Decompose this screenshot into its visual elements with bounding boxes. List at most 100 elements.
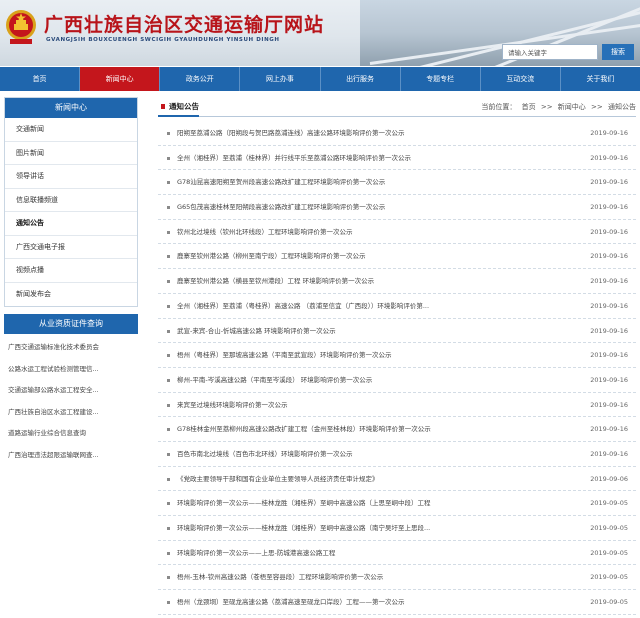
- notice-title-link[interactable]: G65包茂高速桂林至阳朔段高速公路改扩建工程环境影响评价第一次公示: [177, 195, 577, 220]
- search-input[interactable]: [502, 44, 598, 60]
- notice-date: 2019-09-16: [590, 400, 628, 409]
- breadcrumb-prefix: 当前位置：: [481, 103, 517, 111]
- nav-item-news-center[interactable]: 新闻中心: [80, 67, 161, 91]
- notice-row[interactable]: 环境影响评价第一次公示——桂林龙胜（湘桂界）至峒中高速公路（南宁吴圩至上思段..…: [158, 516, 636, 541]
- breadcrumb-news-center[interactable]: 新闻中心: [558, 103, 586, 111]
- qualification-link[interactable]: 广西交通运输标准化技术委员会: [4, 337, 138, 359]
- notice-title-link[interactable]: 来宾至过境线环境影响评价第一次公示: [177, 393, 577, 418]
- nav-item-home[interactable]: 首页: [0, 67, 81, 91]
- notice-title-link[interactable]: 全州（湘桂界）至荔浦（桂林界）并行线平乐至荔浦公路环境影响评价第一次公示: [177, 146, 577, 171]
- notice-title-link[interactable]: 阳朔至荔浦公路（阳朔段与贺巴路荔浦连线）高速公路环境影响评价第一次公示: [177, 121, 577, 146]
- sidebar-item-leader-speeches[interactable]: 领导讲话: [5, 165, 137, 189]
- sidebar-item-video[interactable]: 视频点播: [5, 259, 137, 283]
- notice-title-link[interactable]: G78汕昆高速阳朔至贺州段高速公路改扩建工程环境影响评价第一次公示: [177, 170, 577, 195]
- notice-date: 2019-09-05: [590, 548, 628, 557]
- breadcrumb-notices[interactable]: 通知公告: [608, 103, 636, 111]
- notice-title-link[interactable]: 《党政主要领导干部和国有企业单位主要领导人员经济责任审计规定》: [177, 467, 577, 492]
- notice-date: 2019-09-16: [590, 178, 628, 187]
- notice-title-link[interactable]: 环境影响评价第一次公示——桂林龙胜（湘桂界）至峒中高速公路（南宁吴圩至上思段..…: [177, 516, 577, 541]
- nav-item-interaction[interactable]: 互动交流: [481, 67, 561, 91]
- nav-item-government-affairs[interactable]: 政务公开: [160, 67, 241, 91]
- notice-title-link[interactable]: 鹿寨至钦州港公路（横县至钦州港段）工程 环境影响评价第一次公示: [177, 269, 577, 294]
- main-content: 通知公告 当前位置： 首页 >> 新闻中心 >> 通知公告 阳朔至荔浦公路（阳朔…: [158, 97, 636, 615]
- site-title: 广西壮族自治区交通运输厅网站: [44, 14, 325, 36]
- sidebar-item-press-conference[interactable]: 新闻发布会: [5, 282, 137, 306]
- notice-date: 2019-09-16: [590, 129, 628, 137]
- nav-item-online-services[interactable]: 网上办事: [240, 67, 321, 91]
- notice-title-link[interactable]: 鹿寨至钦州港公路（柳州至南宁段）工程环境影响评价第一次公示: [177, 244, 577, 269]
- national-emblem-icon: [6, 10, 36, 44]
- notice-row[interactable]: 鹿寨至钦州港公路（柳州至南宁段）工程环境影响评价第一次公示 2019-09-16: [158, 244, 636, 270]
- sidebar-item-e-newspaper[interactable]: 广西交通电子报: [5, 235, 137, 259]
- sidebar-item-transport-news[interactable]: 交通新闻: [5, 118, 137, 142]
- notice-row[interactable]: 梧州（龙颈垌）至砚龙高速公路（荔浦高速至砚龙口岸段）工程——第一次公示 2019-…: [158, 590, 636, 615]
- breadcrumb-separator: >>: [591, 103, 603, 111]
- qualification-link[interactable]: 道路运输行业综合信息查询: [4, 423, 138, 445]
- notice-date: 2019-09-16: [590, 351, 628, 360]
- notice-date: 2019-09-05: [590, 598, 628, 607]
- nav-item-special-topics[interactable]: 专题专栏: [401, 67, 481, 91]
- notice-date: 2019-09-16: [590, 252, 628, 261]
- qualification-link[interactable]: 交通运输部公路水运工程安全...: [4, 380, 138, 402]
- sidebar-item-notices[interactable]: 通知公告: [5, 212, 137, 236]
- notice-row[interactable]: 钦州北过境线（钦州北环线段）工程环境影响评价第一次公示 2019-09-16: [158, 220, 636, 245]
- qualification-link[interactable]: 公路水运工程试验检测管理信...: [4, 359, 138, 381]
- notice-title-link[interactable]: 梧州（粤桂界）至那坡高速公路（平南至武宣段）环境影响评价第一次公示: [177, 343, 577, 368]
- qualification-link[interactable]: 广西壮族自治区水运工程建设...: [4, 402, 138, 424]
- news-center-menu: 新闻中心 交通新闻 图片新闻 领导讲话 信息联播频道 通知公告 广西交通电子报 …: [4, 97, 138, 307]
- notice-list: 阳朔至荔浦公路（阳朔段与贺巴路荔浦连线）高速公路环境影响评价第一次公示 2019-…: [158, 121, 636, 615]
- notice-row[interactable]: 百色市南北过境线（百色市北环线）环境影响评价第一次公示 2019-09-16: [158, 442, 636, 467]
- notice-row[interactable]: 梧州-玉林-钦州高速公路（苍梧至容县段）工程环境影响评价第一次公示 2019-09…: [158, 565, 636, 591]
- notice-row[interactable]: 环境影响评价第一次公示——桂林龙胜（湘桂界）至峒中高速公路（上思至峒中段）工程 2…: [158, 491, 636, 516]
- notice-date: 2019-09-05: [590, 499, 628, 508]
- sidebar-item-info-channel[interactable]: 信息联播频道: [5, 188, 137, 212]
- notice-row[interactable]: 环境影响评价第一次公示——上思-防城港高速公路工程 2019-09-05: [158, 541, 636, 566]
- qualification-link-list: 广西交通运输标准化技术委员会 公路水运工程试验检测管理信... 交通运输部公路水…: [4, 334, 138, 466]
- notice-row[interactable]: 《党政主要领导干部和国有企业单位主要领导人员经济责任审计规定》 2019-09-0…: [158, 467, 636, 492]
- notice-title-link[interactable]: 全州（湘桂界）至荔浦（粤桂界）高速公路 （荔浦至信宜（广西段））环境影响评价第.…: [177, 294, 577, 319]
- notice-title-link[interactable]: 柳州-平南-岑溪高速公路（平南至岑溪段） 环境影响评价第一次公示: [177, 368, 577, 393]
- notice-title-link[interactable]: 武宣-来宾-合山-忻城高速公路 环境影响评价第一次公示: [177, 319, 577, 344]
- notice-title-link[interactable]: 梧州（龙颈垌）至砚龙高速公路（荔浦高速至砚龙口岸段）工程——第一次公示: [177, 590, 577, 615]
- site-subtitle: GVANGJSIH BOUXCUENGH SWCIGIH GYAUHDUNGH …: [46, 37, 280, 43]
- notice-date: 2019-09-16: [590, 425, 628, 434]
- notice-row[interactable]: 来宾至过境线环境影响评价第一次公示 2019-09-16: [158, 393, 636, 418]
- qualification-link[interactable]: 广西治理违法超限运输联网查...: [4, 445, 138, 467]
- notice-row[interactable]: 柳州-平南-岑溪高速公路（平南至岑溪段） 环境影响评价第一次公示 2019-09-…: [158, 368, 636, 393]
- nav-item-travel-services[interactable]: 出行服务: [321, 67, 401, 91]
- notice-date: 2019-09-16: [590, 326, 628, 335]
- qualification-query-title: 从业资质证件查询: [4, 314, 138, 334]
- notice-date: 2019-09-05: [590, 573, 628, 582]
- notice-date: 2019-09-16: [590, 375, 628, 384]
- notice-date: 2019-09-05: [590, 524, 628, 532]
- notice-title-link[interactable]: 钦州北过境线（钦州北环线段）工程环境影响评价第一次公示: [177, 220, 577, 245]
- search-button[interactable]: 搜索: [602, 44, 634, 60]
- highway-banner-image: [360, 0, 640, 66]
- sidebar: 新闻中心 交通新闻 图片新闻 领导讲话 信息联播频道 通知公告 广西交通电子报 …: [4, 97, 138, 466]
- notice-date: 2019-09-16: [590, 153, 628, 162]
- notice-title-link[interactable]: 环境影响评价第一次公示——上思-防城港高速公路工程: [177, 541, 577, 566]
- notice-row[interactable]: 阳朔至荔浦公路（阳朔段与贺巴路荔浦连线）高速公路环境影响评价第一次公示 2019-…: [158, 121, 636, 146]
- notice-row[interactable]: 全州（湘桂界）至荔浦（桂林界）并行线平乐至荔浦公路环境影响评价第一次公示 2019…: [158, 146, 636, 171]
- sidebar-title: 新闻中心: [5, 98, 137, 118]
- notice-title-link[interactable]: G78桂林金州至荔柳州段高速公路改扩建工程（金州至桂林段）环境影响评价第一次公示: [177, 417, 577, 442]
- notice-row[interactable]: 梧州（粤桂界）至那坡高速公路（平南至武宣段）环境影响评价第一次公示 2019-09…: [158, 343, 636, 368]
- nav-item-about-us[interactable]: 关于我们: [561, 67, 640, 91]
- section-header: 通知公告 当前位置： 首页 >> 新闻中心 >> 通知公告: [158, 97, 636, 117]
- notice-row[interactable]: G78汕昆高速阳朔至贺州段高速公路改扩建工程环境影响评价第一次公示 2019-09…: [158, 170, 636, 196]
- notice-row[interactable]: G65包茂高速桂林至阳朔段高速公路改扩建工程环境影响评价第一次公示 2019-09…: [158, 195, 636, 220]
- site-header: 广西壮族自治区交通运输厅网站 GVANGJSIH BOUXCUENGH SWCI…: [0, 0, 640, 66]
- notice-date: 2019-09-06: [590, 474, 628, 483]
- breadcrumb-separator: >>: [540, 103, 553, 111]
- sidebar-item-photo-news[interactable]: 图片新闻: [5, 141, 137, 165]
- breadcrumb-home[interactable]: 首页: [522, 103, 536, 111]
- notice-title-link[interactable]: 梧州-玉林-钦州高速公路（苍梧至容县段）工程环境影响评价第一次公示: [177, 565, 577, 590]
- notice-row[interactable]: 鹿寨至钦州港公路（横县至钦州港段）工程 环境影响评价第一次公示 2019-09-1…: [158, 269, 636, 294]
- notice-row[interactable]: 全州（湘桂界）至荔浦（粤桂界）高速公路 （荔浦至信宜（广西段））环境影响评价第.…: [158, 294, 636, 319]
- notice-title-link[interactable]: 环境影响评价第一次公示——桂林龙胜（湘桂界）至峒中高速公路（上思至峒中段）工程: [177, 491, 577, 516]
- breadcrumb: 当前位置： 首页 >> 新闻中心 >> 通知公告: [478, 97, 636, 117]
- notice-row[interactable]: 武宣-来宾-合山-忻城高速公路 环境影响评价第一次公示 2019-09-16: [158, 319, 636, 344]
- notice-title-link[interactable]: 百色市南北过境线（百色市北环线）环境影响评价第一次公示: [177, 442, 577, 467]
- main-nav: 首页 新闻中心 政务公开 网上办事 出行服务 专题专栏 互动交流 关于我们: [0, 67, 640, 91]
- notice-row[interactable]: G78桂林金州至荔柳州段高速公路改扩建工程（金州至桂林段）环境影响评价第一次公示…: [158, 417, 636, 442]
